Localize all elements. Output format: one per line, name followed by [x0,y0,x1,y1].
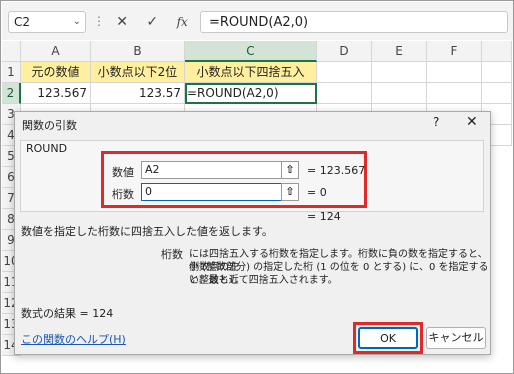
cell-e1[interactable] [372,62,427,83]
cell-b2[interactable]: 123.57 [91,83,185,104]
collapse-dialog-icon[interactable]: ⇧ [281,183,299,201]
function-result-preview: = 124 [307,210,341,223]
check-icon[interactable]: ✓ [146,14,158,30]
formula-input[interactable]: =ROUND(A2,0) [200,11,508,33]
cell-a1[interactable]: 元の数値 [21,62,91,83]
sheet-row-2: 2 123.567 123.57 =ROUND(A2,0) [2,83,512,104]
ok-button[interactable]: OK [358,327,418,349]
cell-e2[interactable] [372,83,427,104]
formula-buttons: ✕ ✓ fx [107,11,197,33]
formula-bar: C2 ⌄ ⋮ ✕ ✓ fx =ROUND(A2,0) [2,2,513,40]
function-help-link[interactable]: この関数のヘルプ(H) [21,333,126,346]
function-description: 数値を指定した桁数に四捨五入した値を返します。 [21,225,273,238]
row-header[interactable]: 1 [2,62,21,83]
chevron-down-icon[interactable]: ⌄ [73,16,81,27]
cell-g2[interactable] [482,83,512,104]
column-header-b[interactable]: B [91,41,185,62]
help-icon[interactable]: ? [433,115,439,129]
cell-d1[interactable] [317,62,372,83]
arg-result-number: = 123.567 [307,164,366,177]
more-options-icon: ⋮ [93,14,105,28]
column-header-f[interactable]: F [427,41,482,62]
insert-function-button[interactable]: fx [177,15,188,29]
arg-input-digits[interactable]: 0 [141,183,283,201]
cell-f2[interactable] [427,83,482,104]
excel-window: C2 ⌄ ⋮ ✕ ✓ fx =ROUND(A2,0) A B C D E F 1… [0,0,514,374]
cell-d2[interactable] [317,83,372,104]
arg-result-digits: = 0 [307,186,327,199]
cancel-button[interactable]: キャンセル [426,327,486,349]
function-name: ROUND [26,142,68,155]
formula-result: 数式の結果 = 124 [21,307,114,320]
cell-g1[interactable] [482,62,512,83]
cell-c1[interactable]: 小数点以下四捨五入 [185,62,317,83]
cell-b1[interactable]: 小数点以下2位 [91,62,185,83]
cancel-icon[interactable]: ✕ [116,14,128,30]
select-all-corner[interactable] [2,41,21,62]
column-header-a[interactable]: A [21,41,91,62]
name-box[interactable]: C2 ⌄ [8,11,86,33]
column-header-c[interactable]: C [185,41,317,62]
close-icon[interactable]: ✕ [466,114,478,130]
column-header-d[interactable]: D [317,41,372,62]
arg-label-number: 数値 [112,166,134,179]
column-header-e[interactable]: E [372,41,427,62]
arg-label-digits: 桁数 [112,188,134,201]
row-header[interactable]: 2 [2,83,21,104]
argument-description-line-3: い整数として四捨五入されます。 [189,275,338,286]
cell-c2[interactable]: =ROUND(A2,0) [185,83,317,104]
arg-input-number[interactable]: A2 [141,161,283,179]
function-arguments-dialog: 関数の引数 ? ✕ ROUND 数値 A2 ⇧ = 123.567 桁数 0 ⇧… [14,111,491,355]
column-header-blank [482,41,512,62]
dialog-title: 関数の引数 [22,119,77,132]
cell-f1[interactable] [427,62,482,83]
sheet-row-1: 1 元の数値 小数点以下2位 小数点以下四捨五入 [2,62,512,83]
cell-a2[interactable]: 123.567 [21,83,91,104]
argument-name: 桁数 [161,248,183,261]
name-box-value: C2 [14,15,31,29]
formula-text: =ROUND(A2,0) [209,15,309,30]
collapse-dialog-icon[interactable]: ⇧ [281,161,299,179]
column-header-row: A B C D E F [2,41,512,62]
